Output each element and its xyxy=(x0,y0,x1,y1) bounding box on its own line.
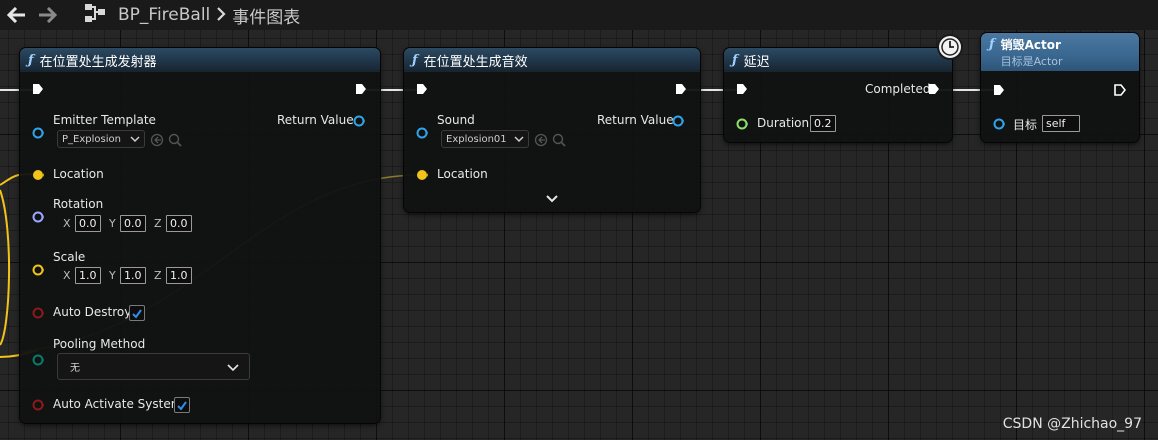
scale-label: Scale xyxy=(53,250,86,264)
search-icon[interactable] xyxy=(168,133,182,147)
function-icon: ƒ xyxy=(412,52,418,68)
return-value-pin-icon[interactable] xyxy=(672,115,684,127)
back-button[interactable] xyxy=(2,0,32,30)
clock-icon xyxy=(939,36,961,58)
location-label: Location xyxy=(53,167,104,181)
scale-y-input[interactable]: 1.0 xyxy=(120,267,146,284)
location-pin-icon[interactable] xyxy=(416,169,428,181)
scale-y-axis-label: Y xyxy=(109,269,116,282)
destroy-actor-node-subtitle: 目标是Actor xyxy=(1000,55,1063,68)
scale-x-input[interactable]: 1.0 xyxy=(75,267,101,284)
spawn-sound-node-title: 在位置处生成音效 xyxy=(423,54,528,70)
sound-value: Explosion01 xyxy=(446,133,507,145)
rotation-x-axis-label: X xyxy=(63,217,71,230)
exec-out-pin-icon[interactable] xyxy=(1114,84,1126,96)
spawn-emitter-node-title: 在位置处生成发射器 xyxy=(39,54,157,70)
exec-out-pin-icon[interactable] xyxy=(355,83,367,95)
spawn-sound-node[interactable]: ƒ 在位置处生成音效 Sound Explosion01 Return Valu… xyxy=(404,48,700,212)
destroy-actor-node[interactable]: ƒ 销毁Actor 目标是Actor 目标 self xyxy=(981,33,1139,142)
return-value-label: Return Value xyxy=(277,113,354,127)
search-icon[interactable] xyxy=(552,133,566,147)
duration-input[interactable]: 0.2 xyxy=(810,115,836,132)
check-icon xyxy=(132,309,142,319)
spawn-sound-node-header[interactable]: ƒ 在位置处生成音效 xyxy=(404,48,700,72)
spawn-emitter-node-header[interactable]: ƒ 在位置处生成发射器 xyxy=(20,48,380,72)
function-icon: ƒ xyxy=(28,52,34,68)
function-icon: ƒ xyxy=(989,37,995,52)
exec-in-pin-icon[interactable] xyxy=(736,83,748,95)
spawn-emitter-node[interactable]: ƒ 在位置处生成发射器 Emitter Template P_Explosion… xyxy=(20,48,380,423)
sound-label: Sound xyxy=(437,113,475,127)
rotation-z-axis-label: Z xyxy=(154,217,162,230)
return-value-label: Return Value xyxy=(597,113,674,127)
sound-dropdown[interactable]: Explosion01 xyxy=(441,130,529,148)
completed-label: Completed xyxy=(865,82,931,96)
duration-pin-icon[interactable] xyxy=(736,118,748,130)
location-pin-icon[interactable] xyxy=(32,169,44,181)
function-icon: ƒ xyxy=(732,52,738,68)
pooling-method-pin-icon[interactable] xyxy=(32,354,44,366)
destroy-actor-node-title: 销毁Actor xyxy=(1000,38,1061,52)
browse-icon[interactable] xyxy=(534,133,548,147)
forward-arrow-icon xyxy=(39,7,57,23)
emitter-template-pin-icon[interactable] xyxy=(32,127,44,139)
return-value-pin-icon[interactable] xyxy=(353,115,365,127)
rotation-y-axis-label: Y xyxy=(109,217,116,230)
target-label: 目标 xyxy=(1013,118,1038,132)
target-pin-icon[interactable] xyxy=(993,118,1005,130)
pooling-method-dropdown[interactable]: 无 xyxy=(57,353,250,380)
emitter-template-label: Emitter Template xyxy=(53,113,156,127)
rotation-pin-icon[interactable] xyxy=(32,211,44,223)
delay-node-header[interactable]: ƒ 延迟 xyxy=(724,48,952,72)
graph-top-bar: BP_FireBall 事件图表 xyxy=(0,0,1158,30)
pooling-method-label: Pooling Method xyxy=(53,337,146,351)
exec-in-pin-icon[interactable] xyxy=(32,83,44,95)
destroy-actor-node-header[interactable]: ƒ 销毁Actor 目标是Actor xyxy=(981,33,1139,71)
exec-in-pin-icon[interactable] xyxy=(993,84,1005,96)
breadcrumb-blueprint[interactable]: BP_FireBall xyxy=(118,5,210,25)
rotation-label: Rotation xyxy=(53,197,104,211)
chevron-down-icon xyxy=(130,136,140,143)
location-label: Location xyxy=(437,167,488,181)
scale-pin-icon[interactable] xyxy=(32,264,44,276)
rotation-y-input[interactable]: 0.0 xyxy=(120,215,146,232)
emitter-template-value: P_Explosion xyxy=(62,133,121,145)
watermark: CSDN @Zhichao_97 xyxy=(1002,416,1142,432)
breadcrumb-chevron-icon xyxy=(216,6,226,25)
expand-chevron-icon[interactable] xyxy=(546,195,558,203)
exec-in-pin-icon[interactable] xyxy=(416,83,428,95)
chevron-down-icon xyxy=(514,136,524,143)
auto-destroy-label: Auto Destroy xyxy=(53,305,132,319)
back-arrow-icon xyxy=(7,7,25,23)
scale-z-input[interactable]: 1.0 xyxy=(166,267,192,284)
delay-node[interactable]: ƒ 延迟 Completed Duration 0.2 xyxy=(724,48,952,142)
scale-x-axis-label: X xyxy=(63,269,71,282)
pooling-method-value: 无 xyxy=(70,363,80,374)
exec-out-pin-icon[interactable] xyxy=(675,83,687,95)
target-input[interactable]: self xyxy=(1042,115,1080,132)
auto-activate-pin-icon[interactable] xyxy=(32,399,44,411)
emitter-template-dropdown[interactable]: P_Explosion xyxy=(57,130,145,148)
location-wire-loop xyxy=(0,189,11,346)
auto-activate-label: Auto Activate System xyxy=(53,397,183,411)
rotation-x-input[interactable]: 0.0 xyxy=(75,215,101,232)
check-icon xyxy=(177,401,187,411)
browse-icon[interactable] xyxy=(150,133,164,147)
forward-button[interactable] xyxy=(32,0,62,30)
auto-activate-checkbox[interactable] xyxy=(174,397,190,413)
auto-destroy-checkbox[interactable] xyxy=(129,305,145,321)
chevron-down-icon xyxy=(227,363,239,371)
sound-pin-icon[interactable] xyxy=(416,127,428,139)
breadcrumb-graph[interactable]: 事件图表 xyxy=(232,3,300,28)
completed-exec-pin-icon[interactable] xyxy=(928,83,940,95)
duration-label: Duration xyxy=(757,116,810,130)
rotation-z-input[interactable]: 0.0 xyxy=(166,215,192,232)
scale-z-axis-label: Z xyxy=(154,269,162,282)
blueprint-graph-icon xyxy=(84,3,106,27)
delay-node-title: 延迟 xyxy=(743,54,770,70)
auto-destroy-pin-icon[interactable] xyxy=(32,307,44,319)
